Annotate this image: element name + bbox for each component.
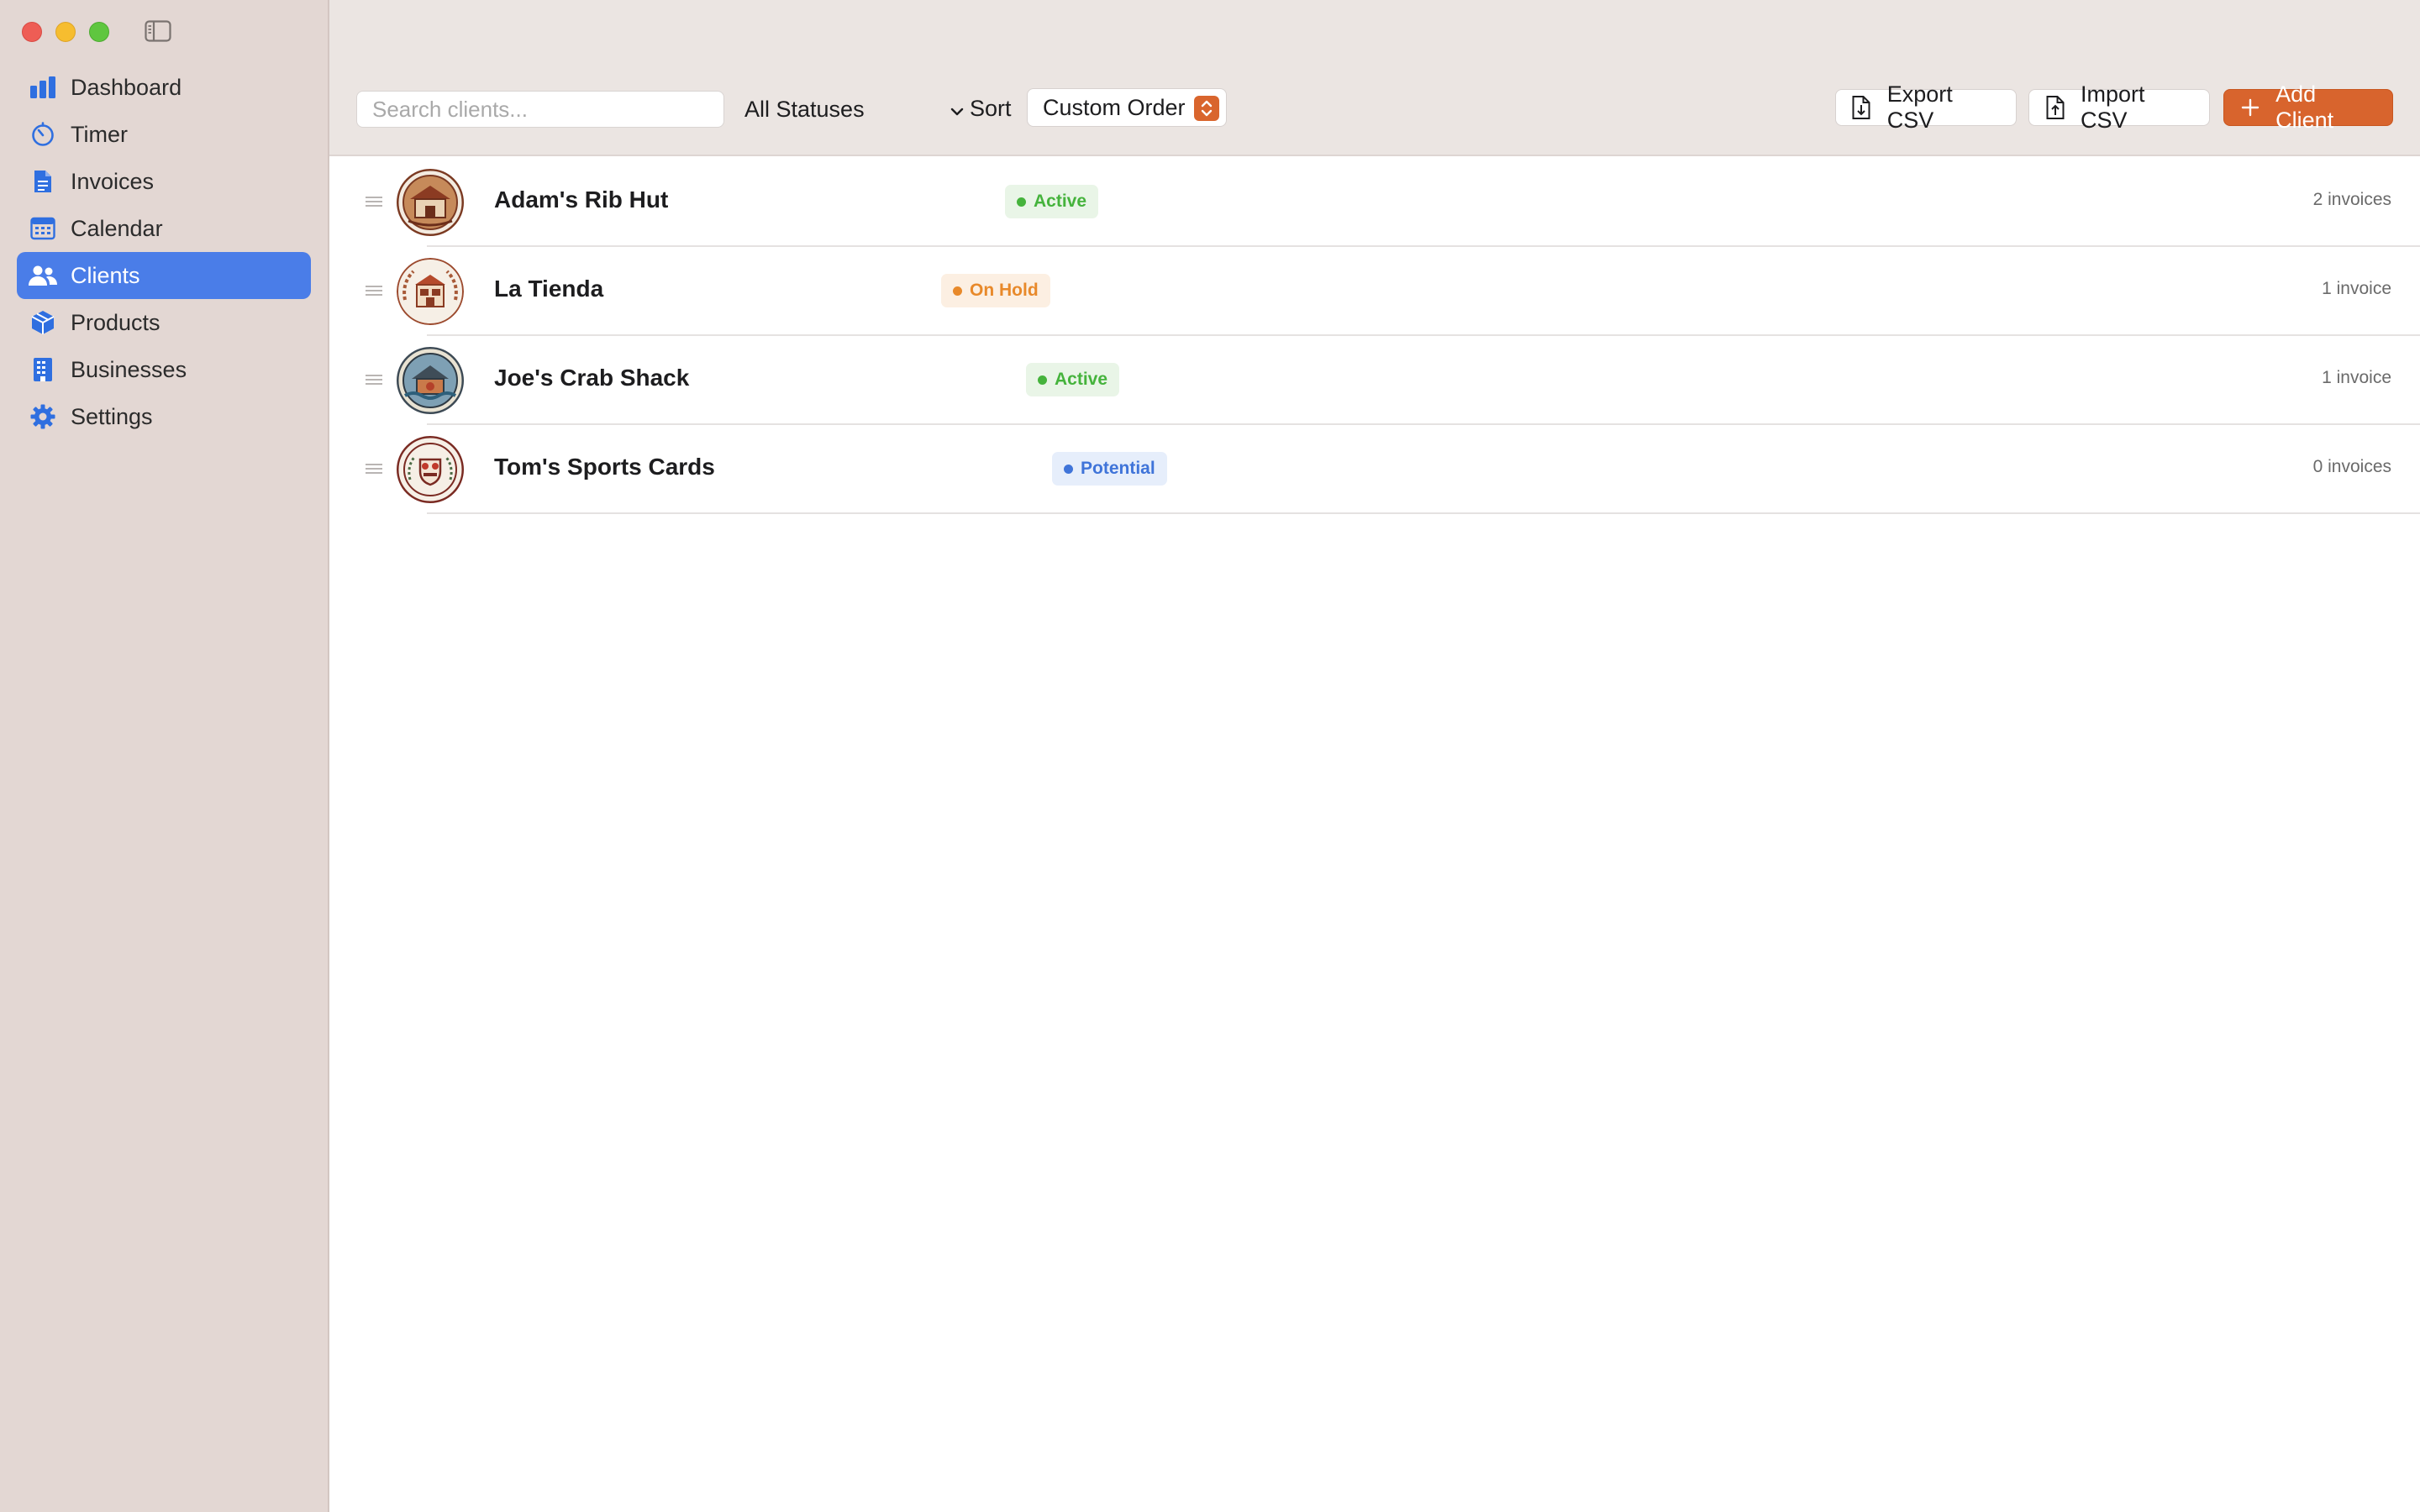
- chart-bar-icon: [29, 73, 57, 102]
- status-badge: Active: [1026, 363, 1120, 396]
- people-icon: [29, 261, 57, 290]
- sort-select[interactable]: Custom Order: [1027, 88, 1227, 127]
- invoice-count: 0 invoices: [2312, 457, 2391, 476]
- status-dot-icon: [1017, 197, 1026, 207]
- building-icon: [29, 355, 57, 384]
- status-badge: Active: [1005, 185, 1099, 218]
- status-badge-label: On Hold: [970, 281, 1039, 300]
- client-logo-avatar: [397, 436, 464, 503]
- status-filter-dropdown[interactable]: All Statuses: [744, 92, 965, 126]
- sidebar-item-label: Calendar: [71, 215, 163, 241]
- sort-value: Custom Order: [1043, 94, 1186, 120]
- app-window: Dashboard Timer Invoices Calendar Client…: [0, 0, 2420, 1512]
- sidebar-item-timer[interactable]: Timer: [17, 111, 311, 158]
- sidebar-item-clients[interactable]: Clients: [17, 252, 311, 299]
- row-divider: [427, 512, 2420, 514]
- client-row[interactable]: Joe's Crab Shack Active 1 invoice: [329, 336, 2420, 425]
- status-dot-icon: [1064, 464, 1073, 474]
- sidebar: Dashboard Timer Invoices Calendar Client…: [0, 0, 329, 1512]
- sidebar-item-label: Clients: [71, 262, 140, 288]
- client-name: La Tienda: [494, 276, 604, 302]
- sidebar-item-settings[interactable]: Settings: [17, 393, 311, 440]
- up-down-chevron-icon: [1194, 96, 1219, 121]
- client-list: Adam's Rib Hut Active 2 invoices La Tien…: [329, 158, 2420, 514]
- drag-handle-icon[interactable]: [365, 195, 383, 208]
- client-logo-avatar: [397, 258, 464, 325]
- drag-handle-icon[interactable]: [365, 462, 383, 475]
- client-row[interactable]: La Tienda On Hold 1 invoice: [329, 247, 2420, 336]
- sidebar-item-invoices[interactable]: Invoices: [17, 158, 311, 205]
- sidebar-item-products[interactable]: Products: [17, 299, 311, 346]
- sidebar-item-label: Invoices: [71, 168, 155, 194]
- toolbar: All Statuses Sort Custom Order Export CS…: [329, 0, 2420, 156]
- close-button[interactable]: [22, 22, 42, 42]
- document-icon: [29, 167, 57, 196]
- status-badge: On Hold: [941, 274, 1050, 307]
- sidebar-item-label: Dashboard: [71, 74, 182, 100]
- client-logo-avatar: [397, 347, 464, 414]
- status-dot-icon: [953, 286, 962, 296]
- status-badge: Potential: [1052, 452, 1167, 486]
- sidebar-item-businesses[interactable]: Businesses: [17, 346, 311, 393]
- gear-icon: [29, 402, 57, 431]
- drag-handle-icon[interactable]: [365, 284, 383, 297]
- status-badge-label: Active: [1034, 192, 1087, 211]
- client-row[interactable]: Adam's Rib Hut Active 2 invoices: [329, 158, 2420, 247]
- client-name: Adam's Rib Hut: [494, 186, 669, 213]
- drag-handle-icon[interactable]: [365, 373, 383, 386]
- sidebar-item-label: Timer: [71, 121, 128, 147]
- box-icon: [29, 308, 57, 337]
- main-content: All Statuses Sort Custom Order Export CS…: [329, 0, 2420, 1512]
- sort-label: Sort: [970, 96, 1012, 121]
- export-csv-button[interactable]: Export CSV: [1835, 81, 2017, 133]
- import-csv-button[interactable]: Import CSV: [2028, 81, 2210, 133]
- plus-icon: [2238, 95, 2262, 120]
- window-controls: [22, 22, 109, 42]
- document-upload-icon: [2043, 95, 2067, 120]
- export-csv-label: Export CSV: [1886, 81, 1953, 133]
- invoice-count: 1 invoice: [2322, 368, 2391, 387]
- status-badge-label: Potential: [1081, 459, 1155, 478]
- add-client-button[interactable]: Add Client: [2223, 81, 2393, 133]
- minimize-button[interactable]: [55, 22, 76, 42]
- timer-icon: [29, 120, 57, 149]
- sidebar-item-label: Products: [71, 309, 160, 335]
- client-row[interactable]: Tom's Sports Cards Potential 0 invoices: [329, 425, 2420, 514]
- import-csv-label: Import CSV: [2081, 81, 2145, 133]
- sidebar-item-calendar[interactable]: Calendar: [17, 205, 311, 252]
- invoice-count: 1 invoice: [2322, 279, 2391, 298]
- chevron-down-icon: [950, 97, 965, 123]
- invoice-count: 2 invoices: [2312, 190, 2391, 209]
- sidebar-toggle-icon[interactable]: [145, 20, 171, 42]
- search-input[interactable]: [356, 91, 724, 128]
- sidebar-nav: Dashboard Timer Invoices Calendar Client…: [17, 64, 311, 440]
- status-dot-icon: [1038, 375, 1047, 385]
- document-download-icon: [1849, 95, 1874, 120]
- sidebar-item-label: Settings: [71, 403, 153, 429]
- client-name: Joe's Crab Shack: [494, 365, 690, 391]
- client-logo-avatar: [397, 169, 464, 236]
- add-client-label: Add Client: [2275, 81, 2334, 133]
- sidebar-item-label: Businesses: [71, 356, 187, 382]
- status-badge-label: Active: [1055, 370, 1108, 389]
- client-name: Tom's Sports Cards: [494, 454, 715, 480]
- zoom-button[interactable]: [89, 22, 109, 42]
- status-filter-value: All Statuses: [744, 96, 865, 122]
- calendar-icon: [29, 214, 57, 243]
- sidebar-item-dashboard[interactable]: Dashboard: [17, 64, 311, 111]
